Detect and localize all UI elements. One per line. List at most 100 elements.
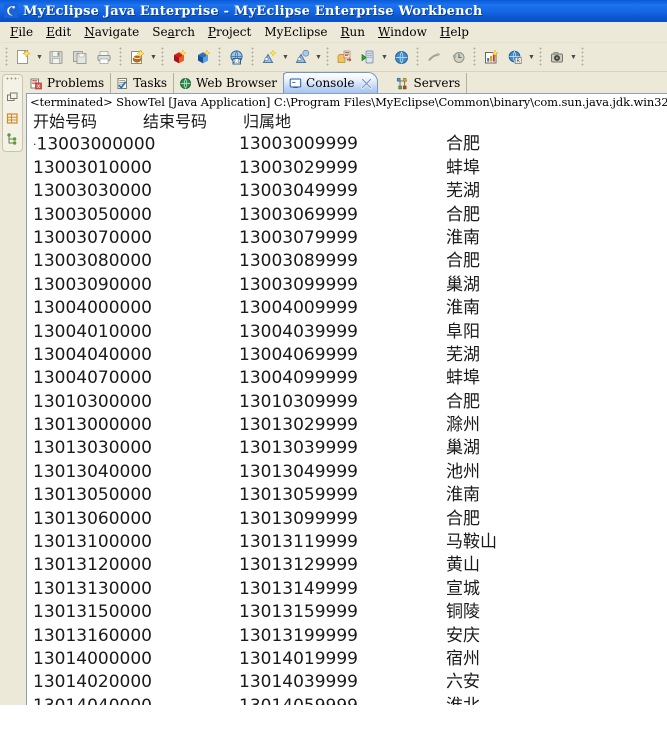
- area-name: 巢湖: [446, 274, 480, 295]
- toolbar-separator: [416, 47, 419, 67]
- globe-page-dropdown-arrow[interactable]: ▼: [527, 46, 536, 68]
- menu-window[interactable]: Window: [372, 23, 434, 41]
- web-browser-icon: [178, 76, 192, 90]
- console-row: 13003070000 13003079999 淮南: [33, 227, 667, 250]
- start-number: 13013130000: [33, 578, 152, 599]
- start-number: 13004040000: [33, 344, 152, 365]
- next-annotation-button[interactable]: [423, 46, 445, 68]
- globe-icon-button[interactable]: [390, 46, 412, 68]
- blue-cube-icon-button[interactable]: [192, 46, 214, 68]
- end-number: 13013199999: [239, 625, 358, 646]
- restore-view-icon[interactable]: [4, 89, 20, 105]
- area-name: 芜湖: [446, 344, 480, 365]
- save-button[interactable]: [45, 46, 67, 68]
- tab-servers[interactable]: Servers: [391, 73, 468, 93]
- globe-page-icon-button[interactable]: R: [504, 46, 526, 68]
- external-tools-button[interactable]: [333, 46, 355, 68]
- end-number: 13003029999: [239, 157, 358, 178]
- menu-search[interactable]: Search: [146, 23, 202, 41]
- end-number: 13013129999: [239, 555, 358, 576]
- console-row: 13004010000 13004039999 阜阳: [33, 321, 667, 344]
- debug-dropdown-arrow[interactable]: ▼: [281, 46, 290, 68]
- new-wizard-button[interactable]: [12, 46, 34, 68]
- console-row: 13010300000 13010309999 合肥: [33, 391, 667, 414]
- new-java-element-dropdown-arrow[interactable]: ▼: [149, 46, 158, 68]
- report-chart-icon-button[interactable]: [480, 46, 502, 68]
- console-row: 13004040000 13004069999 芜湖: [33, 344, 667, 367]
- camera-icon-button[interactable]: [546, 46, 568, 68]
- package-explorer-icon[interactable]: [4, 110, 20, 126]
- console-row: 13003080000 13003089999 合肥: [33, 250, 667, 273]
- main-toolbar: ▼ ▼ 2.0 ▼ ▼ ▼ R ▼ ▼: [0, 43, 667, 72]
- toolbar-separator: [581, 47, 584, 67]
- end-number: 13014019999: [239, 648, 358, 669]
- start-number: 13014040000: [33, 695, 239, 705]
- window-titlebar: MyEclipse Java Enterprise - MyEclipse En…: [0, 0, 667, 22]
- area-name: 宿州: [446, 648, 480, 669]
- new-wizard-dropdown-arrow[interactable]: ▼: [35, 46, 44, 68]
- print-button[interactable]: [93, 46, 115, 68]
- fast-view-grip[interactable]: [5, 77, 19, 82]
- tab-problems[interactable]: x Problems: [25, 73, 112, 93]
- run-button[interactable]: [291, 46, 313, 68]
- tab-label: Tasks: [133, 76, 168, 90]
- menu-navigate[interactable]: Navigate: [78, 23, 146, 41]
- start-number: 13013000000: [33, 415, 152, 436]
- menu-run[interactable]: Run: [335, 23, 373, 41]
- column-header-2: 结束号码: [143, 112, 208, 131]
- run-as-server-dropdown-arrow[interactable]: ▼: [380, 46, 389, 68]
- end-number: 13013049999: [239, 461, 358, 482]
- start-number: 13013100000: [33, 532, 152, 553]
- end-number: 13014039999: [239, 672, 358, 693]
- toolbar-separator: [119, 47, 122, 67]
- tab-tasks[interactable]: Tasks: [111, 73, 175, 93]
- console-row: ·13003000000 13003009999 合肥: [33, 133, 667, 156]
- window-title: MyEclipse Java Enterprise - MyEclipse En…: [23, 3, 483, 19]
- area-name: 蚌埠: [446, 368, 480, 389]
- toolbar-separator: [161, 47, 164, 67]
- menu-myeclipse[interactable]: MyEclipse: [258, 23, 334, 41]
- console-row: 1301404000013014059999淮北: [33, 695, 667, 705]
- hierarchy-icon[interactable]: [4, 131, 20, 147]
- red-cube-icon-button[interactable]: [168, 46, 190, 68]
- console-lines: 开始号码 结束号码 归属地 ·13003000000 13003009999 合肥 1300…: [33, 109, 667, 705]
- console-output-area[interactable]: 开始号码 结束号码 归属地 ·13003000000 13003009999 合肥 1300…: [26, 109, 667, 705]
- menu-project[interactable]: Project: [202, 23, 258, 41]
- end-number: 13004069999: [239, 344, 358, 365]
- menu-edit[interactable]: Edit: [40, 23, 78, 41]
- end-number: 13004039999: [239, 321, 358, 342]
- console-row: 13014000000 13014019999 宿州: [33, 648, 667, 671]
- servers-icon: [396, 76, 410, 90]
- tab-label: Servers: [413, 76, 461, 90]
- camera-dropdown-arrow[interactable]: ▼: [569, 46, 578, 68]
- run-as-server-button[interactable]: [357, 46, 379, 68]
- tab-label: Problems: [47, 76, 105, 90]
- start-number: ·13003000000: [33, 135, 156, 156]
- area-name: 淮南: [446, 485, 480, 506]
- close-icon[interactable]: [361, 77, 373, 89]
- fast-view-bar: [0, 72, 24, 705]
- area-name: 池州: [446, 461, 480, 482]
- tab-console[interactable]: Console: [283, 72, 378, 93]
- console-launch-header: <terminated> ShowTel [Java Application] …: [26, 93, 667, 109]
- console-row: 13013120000 13013129999 黄山: [33, 554, 667, 577]
- tab-web-browser[interactable]: Web Browser: [174, 73, 285, 93]
- console-row: 13013000000 13013029999 滁州: [33, 414, 667, 437]
- toolbar-separator: [539, 47, 542, 67]
- previous-annotation-button[interactable]: [447, 46, 469, 68]
- menu-file[interactable]: File: [4, 23, 40, 41]
- save-all-button[interactable]: [69, 46, 91, 68]
- console-row: 13013050000 13013059999 淮南: [33, 484, 667, 507]
- view-tab-bar: x Problems Tasks Web Browser Console Ser…: [24, 72, 667, 93]
- console-row: 13013130000 13013149999 宣城: [33, 578, 667, 601]
- workbench-body: x Problems Tasks Web Browser Console Ser…: [0, 72, 667, 705]
- globe-20-icon-button[interactable]: 2.0: [225, 46, 247, 68]
- area-name: 六安: [446, 672, 480, 693]
- menu-help[interactable]: Help: [434, 23, 476, 41]
- run-dropdown-arrow[interactable]: ▼: [314, 46, 323, 68]
- debug-button[interactable]: [258, 46, 280, 68]
- start-number: 13004000000: [33, 298, 152, 319]
- new-java-element-button[interactable]: [126, 46, 148, 68]
- area-name: 合肥: [446, 508, 480, 529]
- start-number: 13003070000: [33, 227, 152, 248]
